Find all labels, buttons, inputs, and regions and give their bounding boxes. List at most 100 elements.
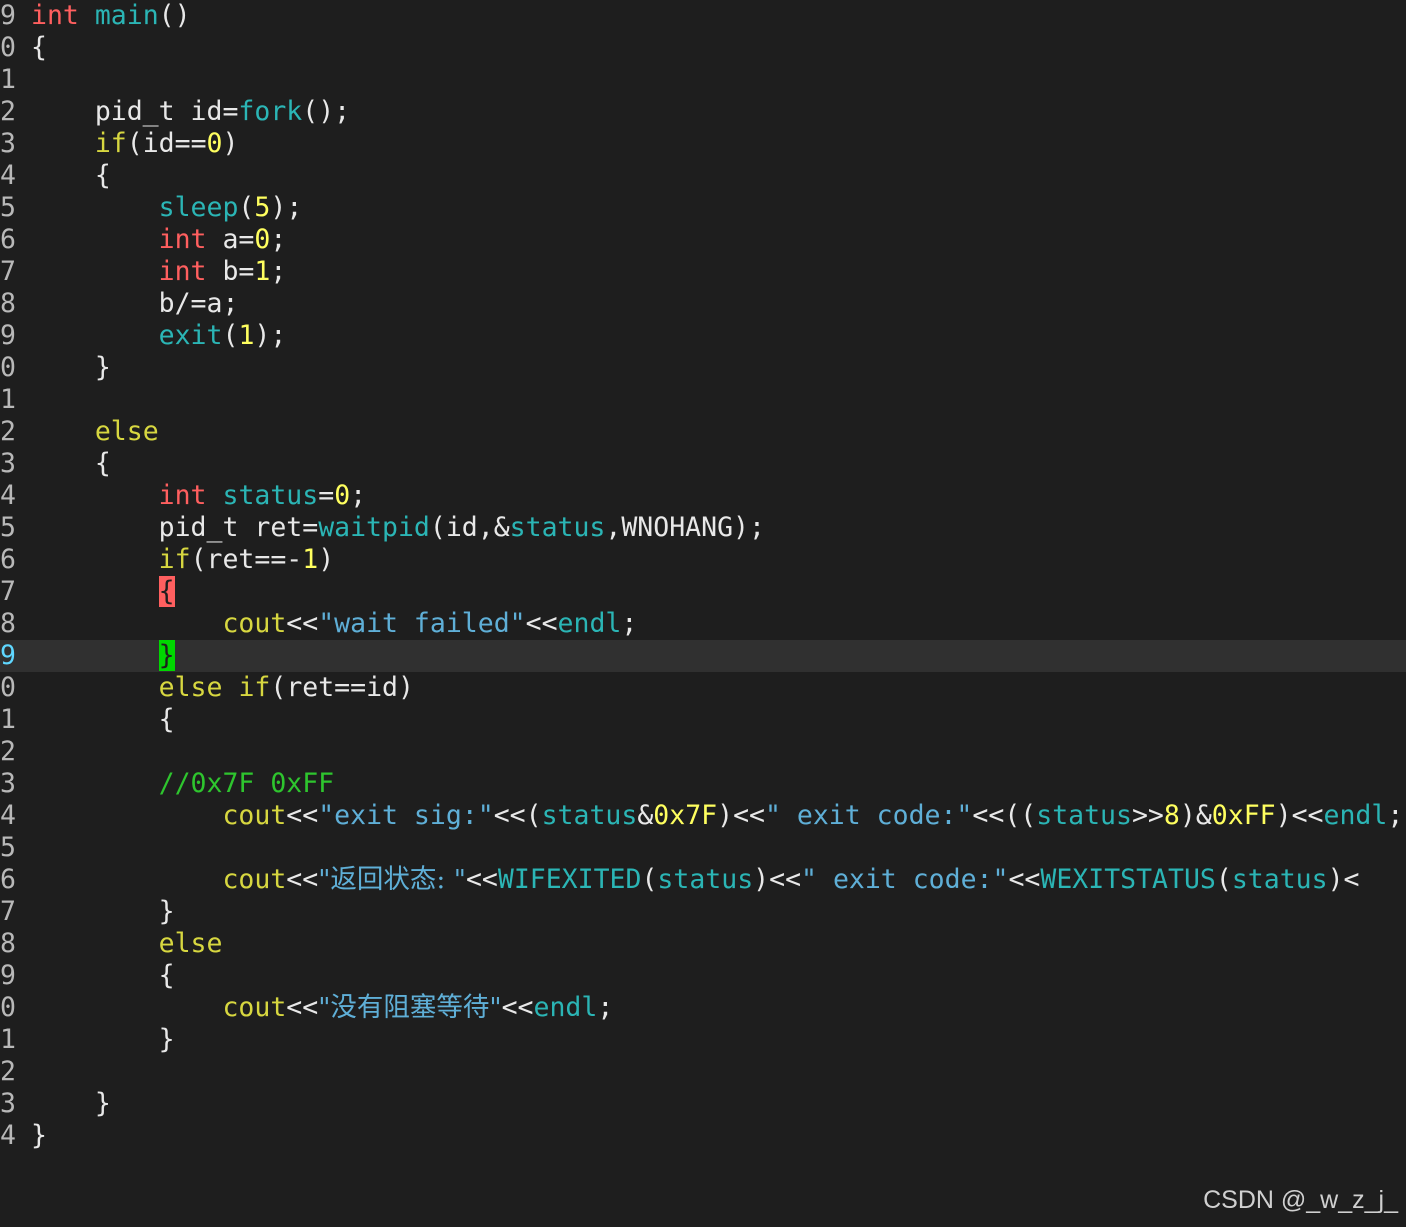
code-line[interactable]: 2 pid_t id=fork(); xyxy=(0,96,1406,128)
code-token: (); xyxy=(302,96,351,127)
code-text: else xyxy=(31,416,159,448)
code-line[interactable]: 2 xyxy=(0,1056,1406,1088)
line-number: 9 xyxy=(0,640,16,671)
code-token: { xyxy=(31,160,111,191)
line-number: 8 xyxy=(0,608,16,639)
code-line[interactable]: 3 } xyxy=(0,1088,1406,1120)
line-number: 6 xyxy=(0,864,16,895)
code-line[interactable]: 0 cout<<"没有阻塞等待"<<endl; xyxy=(0,992,1406,1024)
code-line[interactable]: 4 { xyxy=(0,160,1406,192)
code-line[interactable]: 4} xyxy=(0,1120,1406,1152)
code-text: int b=1; xyxy=(31,256,287,288)
code-line[interactable]: 4 cout<<"exit sig:"<<(status&0x7F)<<" ex… xyxy=(0,800,1406,832)
code-line[interactable]: 9 { xyxy=(0,960,1406,992)
code-line[interactable]: 2 else xyxy=(0,416,1406,448)
code-token: )< xyxy=(1327,864,1360,895)
code-line[interactable]: 8 b/=a; xyxy=(0,288,1406,320)
code-line[interactable]: 9 int main() xyxy=(0,0,1406,32)
code-line[interactable]: 6 if(ret==-1) xyxy=(0,544,1406,576)
code-text: } xyxy=(31,896,175,928)
line-number: 8 xyxy=(0,288,16,319)
code-token: status xyxy=(509,512,606,543)
code-line[interactable]: 1 xyxy=(0,384,1406,416)
code-line[interactable]: 3 { xyxy=(0,448,1406,480)
code-text: else if(ret==id) xyxy=(31,672,414,704)
code-line[interactable]: 7 { xyxy=(0,576,1406,608)
line-number: 7 xyxy=(0,256,16,287)
code-token: main xyxy=(94,0,159,31)
code-token: ( xyxy=(1215,864,1232,895)
current-code-line[interactable]: 9 } xyxy=(0,640,1406,672)
code-editor[interactable]: 9 int main() 0{1 2 pid_t id=fork(); 3 if(id=… xyxy=(0,0,1406,1152)
code-token: << xyxy=(286,800,319,831)
code-token: sleep xyxy=(158,192,239,223)
code-line[interactable]: 4 int status=0; xyxy=(0,480,1406,512)
code-line[interactable]: 5 xyxy=(0,832,1406,864)
code-token: pid_t ret= xyxy=(31,512,319,543)
code-line[interactable]: 5 sleep(5); xyxy=(0,192,1406,224)
code-line[interactable]: 8 else xyxy=(0,928,1406,960)
code-line[interactable]: 0 else if(ret==id) xyxy=(0,672,1406,704)
code-text: { xyxy=(31,704,175,736)
code-token: 5 xyxy=(254,192,271,223)
code-token: if xyxy=(94,128,127,159)
line-number: 9 xyxy=(0,0,16,31)
code-token: (id== xyxy=(126,128,207,159)
code-line[interactable]: 6 cout<<"返回状态: "<<WIFEXITED(status)<<" e… xyxy=(0,864,1406,896)
code-line[interactable]: 6 int a=0; xyxy=(0,224,1406,256)
code-token: ; xyxy=(621,608,638,639)
code-token: else xyxy=(158,928,223,959)
code-text: if(ret==-1) xyxy=(31,544,335,576)
code-token: int xyxy=(158,224,207,255)
code-token: status xyxy=(222,480,319,511)
code-line[interactable]: 1 } xyxy=(0,1024,1406,1056)
line-number: 6 xyxy=(0,224,16,255)
code-token: else xyxy=(158,672,223,703)
code-line[interactable]: 9 exit(1); xyxy=(0,320,1406,352)
code-token: )<< xyxy=(717,800,765,831)
code-token: >> xyxy=(1131,800,1164,831)
code-token: } xyxy=(31,1120,47,1151)
code-token: 1 xyxy=(238,320,255,351)
code-line[interactable]: 8 cout<<"wait failed"<<endl; xyxy=(0,608,1406,640)
line-number: 0 xyxy=(0,352,16,383)
code-token: pid_t id= xyxy=(31,96,239,127)
code-text: { xyxy=(31,32,47,64)
code-token: 1 xyxy=(254,256,271,287)
code-line[interactable]: 7 int b=1; xyxy=(0,256,1406,288)
code-line[interactable]: 2 xyxy=(0,736,1406,768)
line-number: 1 xyxy=(0,384,16,415)
line-number: 4 xyxy=(0,160,16,191)
code-text: { xyxy=(31,576,175,608)
code-token: ,WNOHANG); xyxy=(605,512,765,543)
code-token: (ret==- xyxy=(190,544,303,575)
line-number: 2 xyxy=(0,1056,16,1087)
code-line[interactable]: 3 if(id==0) xyxy=(0,128,1406,160)
bracket-match-highlight: { xyxy=(158,576,175,607)
line-number: 1 xyxy=(0,704,16,735)
code-line[interactable]: 0{ xyxy=(0,32,1406,64)
code-token: ) xyxy=(318,544,335,575)
line-number: 4 xyxy=(0,1120,16,1151)
code-line[interactable]: 1 { xyxy=(0,704,1406,736)
code-line[interactable]: 1 xyxy=(0,64,1406,96)
code-line[interactable]: 7 } xyxy=(0,896,1406,928)
code-token: (id,& xyxy=(429,512,510,543)
code-token: cout xyxy=(222,992,287,1023)
code-text: } xyxy=(31,1120,47,1152)
code-token: } xyxy=(31,1024,175,1055)
code-token: << xyxy=(286,864,319,895)
code-text: b/=a; xyxy=(31,288,239,320)
line-number: 9 xyxy=(0,320,16,351)
line-number: 3 xyxy=(0,768,16,799)
code-token: ; xyxy=(270,256,287,287)
code-line[interactable]: 5 pid_t ret=waitpid(id,&status,WNOHANG); xyxy=(0,512,1406,544)
code-token: int xyxy=(31,0,79,31)
code-line[interactable]: 0 } xyxy=(0,352,1406,384)
code-token: } xyxy=(31,1088,111,1119)
code-line[interactable]: 3 //0x7F 0xFF xyxy=(0,768,1406,800)
